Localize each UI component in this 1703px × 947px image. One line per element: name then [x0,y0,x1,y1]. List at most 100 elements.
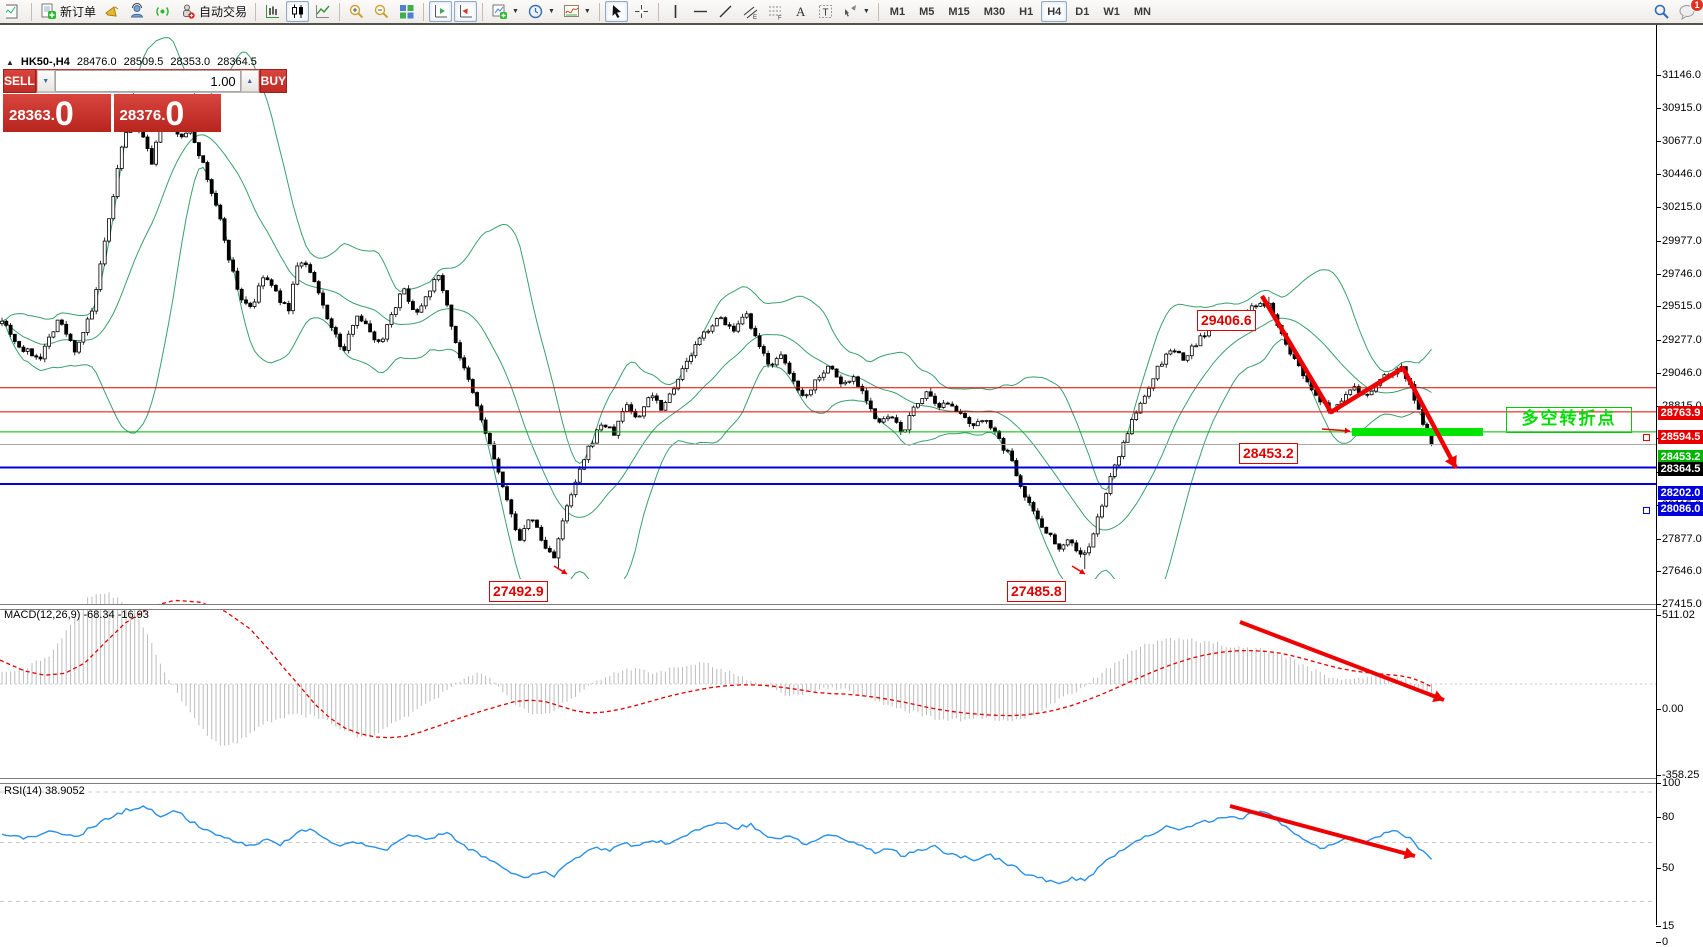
volume-input[interactable] [54,70,241,92]
autotrading-button[interactable]: 自动交易 [176,1,250,22]
one-click-trading-panel: SELL ▼ ▲ BUY 28363.0 28376.0 [3,69,288,132]
axis-label: 27877.0 [1662,532,1702,545]
notifications-button[interactable]: 1 [1675,0,1703,22]
clock-icon [528,4,543,19]
support-icon[interactable] [126,1,149,22]
volume-down-button[interactable]: ▼ [36,70,55,92]
timeframe-m5-button[interactable]: M5 [913,1,940,22]
signals-icon[interactable] [151,1,174,22]
axis-tick [1656,240,1661,242]
svg-text:A: A [796,4,806,19]
zoomin-icon [349,4,364,19]
vline-button[interactable] [664,1,687,22]
line-handle[interactable] [1643,506,1650,514]
chart-window[interactable]: ▲ HK50-,H4 28476.0 28509.5 28353.0 28364… [0,25,1703,947]
text-button[interactable]: A [789,1,812,22]
new-chart-button[interactable]: ▼ [488,1,522,22]
buy-price[interactable]: 28376. 0 [113,94,221,132]
linechart-icon [316,5,330,18]
axis-tick [1656,571,1661,573]
pane-separator-macd[interactable] [0,604,1657,610]
bars-icon [266,5,280,18]
price-level-badge: 28594.5 [1658,429,1703,444]
macd-indicator-label: MACD(12,26,9) -68.34 -16.93 [4,609,149,621]
line-chart-button[interactable] [311,1,334,22]
price-annotation-label[interactable]: 27485.8 [1007,581,1066,602]
toolbar-separator [339,2,341,21]
search-icon [1654,4,1669,19]
templates-button[interactable]: ▼ [560,1,594,22]
sell-button[interactable]: SELL [3,69,36,93]
cursor-button[interactable] [604,1,628,22]
current-price-badge: 28364.5 [1658,462,1703,477]
timeframe-w1-button[interactable]: W1 [1097,1,1126,22]
candles-icon [292,4,304,18]
pane-separator-rsi[interactable] [0,778,1657,784]
zoomout-icon [374,4,389,19]
price-annotation-label[interactable]: 29406.6 [1197,310,1256,331]
timeframe-m30-button[interactable]: M30 [978,1,1011,22]
newdoc-icon [41,3,56,19]
axis-tick [1656,867,1661,869]
megaphone-icon[interactable] [101,1,124,22]
zoom-out-button[interactable] [370,1,393,22]
channel-button[interactable]: E [739,1,762,22]
axis-label: 100 [1662,777,1681,790]
bar-chart-button[interactable] [261,1,284,22]
zoom-in-button[interactable] [345,1,368,22]
search-button[interactable] [1650,1,1673,22]
new-order-button[interactable]: 新订单 [37,1,99,22]
dropdown-arrow-icon[interactable]: ▼ [863,8,870,15]
axis-tick [1656,74,1661,76]
newchart-icon [492,4,508,19]
buy-button[interactable]: BUY [259,69,288,93]
chart-ohlc-header: ▲ HK50-,H4 28476.0 28509.5 28353.0 28364… [6,56,257,68]
robot-icon [183,4,195,19]
timeframe-d1-button[interactable]: D1 [1069,1,1095,22]
chart-window-icon[interactable] [3,1,26,22]
dropdown-arrow-icon[interactable]: ▼ [584,8,591,15]
axis-label: 31146.0 [1662,68,1701,81]
toolbar-separator [423,2,425,21]
timeframe-m15-button[interactable]: M15 [942,1,975,22]
price-annotation-label[interactable]: 27492.9 [489,581,548,602]
tile-windows-button[interactable] [395,1,418,22]
sell-price[interactable]: 28363. 0 [3,94,111,132]
signal-icon [156,7,169,16]
panel-collapse-icon[interactable]: ▲ [6,58,14,67]
timeframe-mn-button[interactable]: MN [1128,1,1157,22]
fibonacci-button[interactable]: F [764,1,787,22]
auto-scroll-button[interactable] [429,1,453,22]
candlestick-button[interactable] [286,1,310,22]
shapes-icon [844,5,856,17]
turning-point-label[interactable]: 多空转折点 [1506,407,1632,433]
ohlc-open: 28476.0 [76,56,117,68]
axis-label: 29046.0 [1662,366,1702,379]
symbol-timeframe: HK50-,H4 [20,56,70,68]
tiles-icon [400,5,414,19]
price-annotation-label[interactable]: 28453.2 [1239,443,1298,464]
toolbar-separator [255,2,257,21]
timeframe-h4-button[interactable]: H4 [1041,1,1068,22]
line-handle[interactable] [1643,434,1650,442]
timeframe-m1-button[interactable]: M1 [884,1,911,22]
crosshair-button[interactable] [630,1,653,22]
shapes-button[interactable]: ▼ [839,1,873,22]
channel-icon: E [743,6,758,20]
labelT-icon: T [818,5,832,19]
axis-tick [1656,817,1661,818]
axis-label: 29515.0 [1662,300,1702,313]
chart-shift-button[interactable] [454,1,478,22]
dropdown-arrow-icon[interactable]: ▼ [548,8,555,15]
axis-tick [1656,538,1661,540]
trendline-button[interactable] [714,1,737,22]
label-button[interactable]: T [814,1,837,22]
ohlc-high: 28509.5 [123,56,164,68]
dropdown-arrow-icon[interactable]: ▼ [512,8,519,15]
toolbar: 新订单 自动交易 ▼ ▼ ▼ E F A T ▼ M1 M5 M15 M30 H1 H4 D1 W1 MN 1 [0,0,1703,25]
timeframe-h1-button[interactable]: H1 [1013,1,1039,22]
hline-icon [693,10,707,13]
volume-up-button[interactable]: ▲ [240,70,259,92]
periods-button[interactable]: ▼ [524,1,558,22]
hline-button[interactable] [689,1,712,22]
